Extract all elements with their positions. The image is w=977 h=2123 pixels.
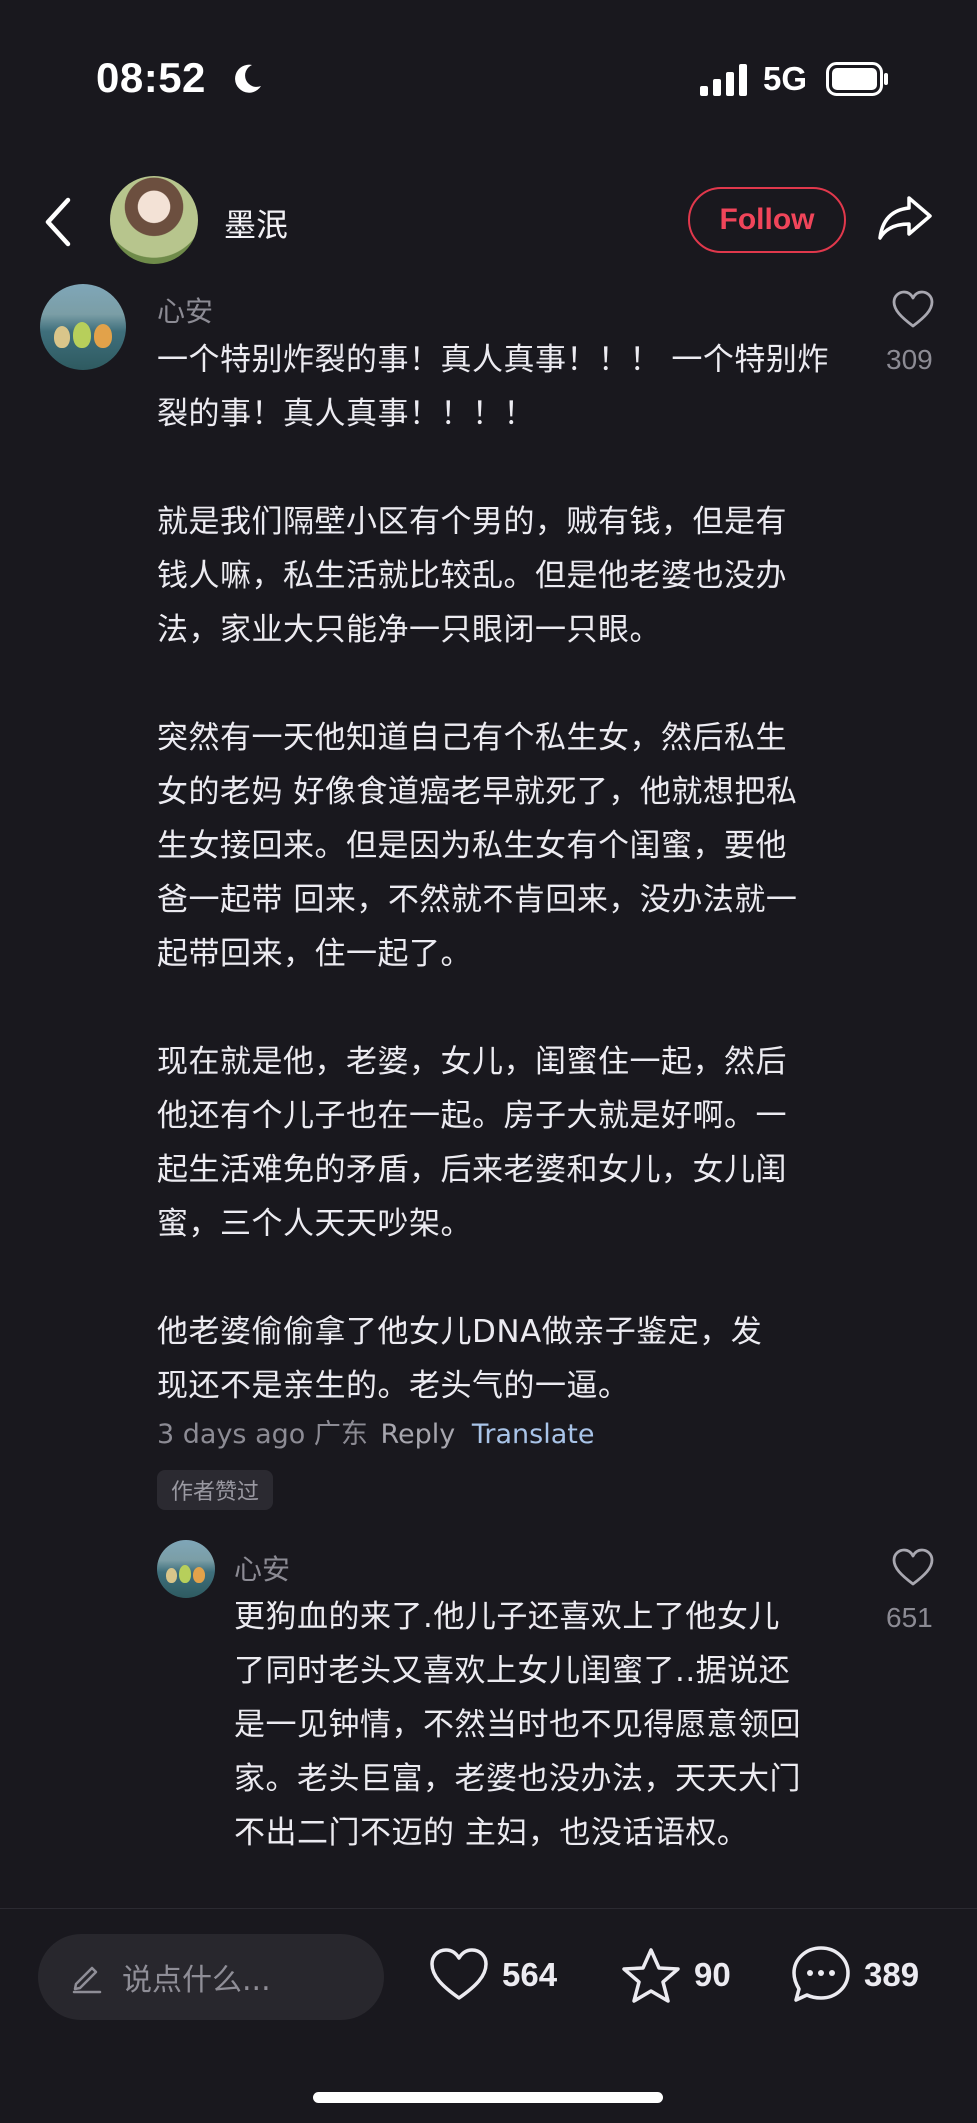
comment-like-icon[interactable] <box>891 289 935 329</box>
author-avatar[interactable] <box>110 176 198 264</box>
reply-like-count: 651 <box>886 1602 933 1633</box>
follow-button[interactable]: Follow <box>688 187 846 253</box>
commenter-name[interactable]: 心安 <box>157 290 213 330</box>
signal-icon <box>700 64 747 96</box>
like-count: 564 <box>502 1956 558 1993</box>
comment-input-placeholder: 说点什么... <box>122 1963 271 1998</box>
favorite-count: 90 <box>694 1956 731 1993</box>
reply-text: 更狗血的来了.他儿子还喜欢上了他女儿 了同时老头又喜欢上女儿闺蜜了..据说还 是… <box>234 1599 801 1851</box>
comment-time: 3 days ago <box>157 1419 306 1450</box>
comment-location: 广东 <box>313 1419 368 1450</box>
status-time: 08:52 <box>96 54 206 101</box>
commenter-avatar[interactable] <box>40 284 126 370</box>
pencil-icon <box>72 1966 102 1994</box>
comment-bubble-icon[interactable] <box>790 1944 852 2004</box>
comment-count: 389 <box>864 1956 920 1993</box>
reply-commenter-name[interactable]: 心安 <box>234 1548 290 1588</box>
comment-text: 一个特别炸裂的事！真人真事！！！ 一个特别炸 裂的事！真人真事！！！！ 就是我们… <box>157 342 829 1404</box>
author-name[interactable]: 墨泯 <box>224 200 288 246</box>
comment-like-count: 309 <box>886 344 933 375</box>
comment-meta: 3 days ago 广东 Reply Translate <box>157 1412 594 1451</box>
moon-icon <box>235 64 261 93</box>
favorite-star-icon[interactable] <box>620 1946 682 2006</box>
reply-link[interactable]: Reply <box>380 1419 455 1450</box>
share-icon[interactable] <box>876 192 934 244</box>
back-icon[interactable] <box>40 196 76 248</box>
reply-like-icon[interactable] <box>891 1547 935 1587</box>
translate-link[interactable]: Translate <box>472 1419 595 1450</box>
author-liked-badge: 作者赞过 <box>157 1470 274 1510</box>
comment-input[interactable]: 说点什么... <box>38 1934 384 2020</box>
page: 08:52 5G 墨泯 Follow 心安 309 一个特别炸裂的事！真人真事！… <box>0 0 977 2123</box>
bottom-divider <box>0 1908 977 1909</box>
like-icon[interactable] <box>428 1946 490 2002</box>
reply-avatar[interactable] <box>157 1540 215 1598</box>
home-indicator[interactable] <box>313 2092 663 2103</box>
network-label: 5G <box>763 60 808 97</box>
battery-icon <box>826 62 888 96</box>
